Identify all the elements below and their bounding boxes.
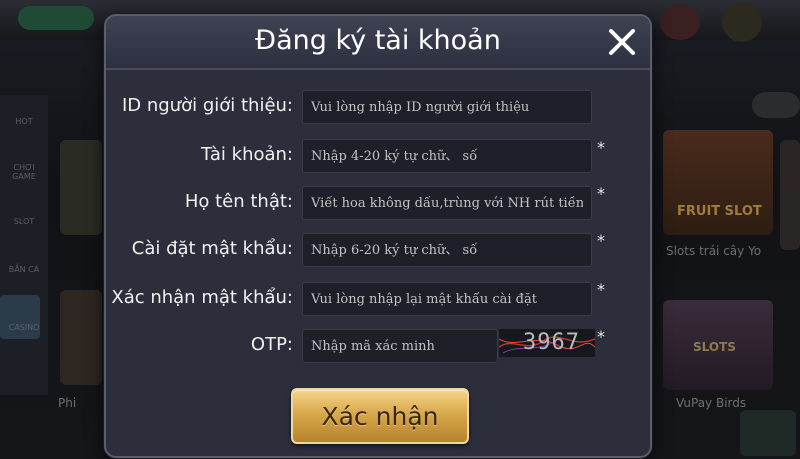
captcha-code: 3967: [523, 330, 580, 355]
lobby-pill-button: [752, 92, 800, 118]
confirm-password-input[interactable]: [302, 282, 592, 316]
confirm-password-label: Xác nhận mật khẩu:: [111, 287, 293, 308]
password-label: Cài đặt mật khẩu:: [131, 238, 293, 259]
lobby-sidebar-active: [0, 295, 40, 339]
referrer-id-label: ID người giới thiệu:: [121, 95, 293, 116]
required-marker: *: [597, 184, 605, 203]
lobby-game-card: [60, 140, 102, 235]
lobby-sidebar: HOT CHƠI GAME SLOT BẮN CÁ CASINO: [0, 95, 48, 395]
required-marker: *: [597, 280, 605, 299]
lobby-sidebar-item: CASINO: [8, 323, 40, 332]
cart-icon: [740, 410, 796, 456]
real-name-label: Họ tên thật:: [184, 191, 293, 212]
confirm-button[interactable]: Xác nhận: [291, 388, 469, 444]
lobby-sidebar-item: HOT: [15, 117, 33, 126]
lobby-balance-pill: [18, 6, 94, 30]
lobby-card-title: FRUIT SLOT: [677, 204, 762, 219]
dialog-header: Đăng ký tài khoản: [106, 16, 650, 70]
dialog-title: Đăng ký tài khoản: [255, 25, 501, 56]
otp-label: OTP:: [250, 334, 293, 355]
real-name-input[interactable]: [302, 186, 592, 220]
account-label: Tài khoản:: [201, 144, 293, 165]
lobby-card-caption: Slots trái cây Yo: [666, 244, 762, 258]
referrer-id-input[interactable]: [302, 90, 592, 124]
required-marker: *: [597, 231, 605, 250]
lobby-card-caption: VuPay Birds: [676, 396, 747, 410]
lobby-sidebar-item: SLOT: [13, 217, 35, 226]
lobby-game-card: [780, 140, 800, 250]
lobby-game-card: SLOTS: [663, 300, 773, 390]
lobby-game-card-fruit-slot: FRUIT SLOT: [663, 130, 773, 235]
lobby-top-icon: [660, 4, 700, 40]
register-dialog: Đăng ký tài khoản ID người giới thiệu: T…: [104, 14, 652, 458]
lobby-game-card: [60, 290, 102, 385]
captcha-image[interactable]: 3967: [499, 329, 595, 357]
account-input[interactable]: [302, 139, 592, 173]
confirm-button-label: Xác nhận: [321, 401, 439, 431]
otp-input[interactable]: [302, 329, 498, 363]
required-marker: *: [597, 327, 605, 346]
lobby-sidebar-item: CHƠI GAME: [12, 163, 36, 181]
lobby-card-caption: Phi: [58, 396, 77, 410]
password-input[interactable]: [302, 233, 592, 267]
lobby-card-title: SLOTS: [693, 340, 736, 354]
required-marker: *: [597, 138, 605, 157]
close-button[interactable]: [604, 24, 640, 60]
lobby-top-icon: [722, 2, 762, 42]
lobby-sidebar-item: BẮN CÁ: [8, 265, 40, 274]
close-icon: [609, 29, 635, 55]
